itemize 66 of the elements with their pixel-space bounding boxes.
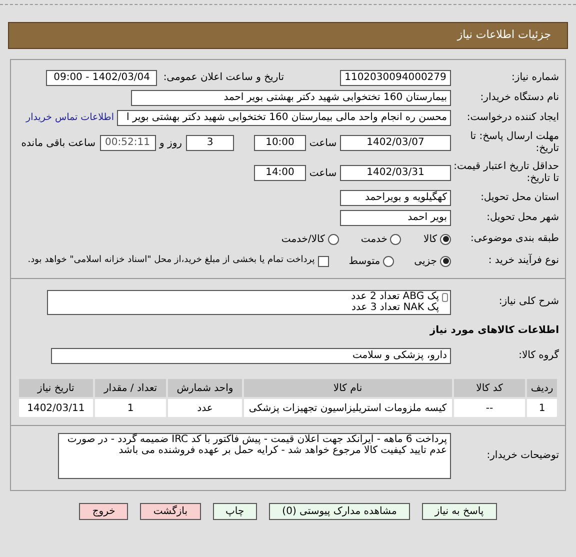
- text-field[interactable]: کهگیلویه و بویراحمد: [340, 190, 451, 206]
- table-cell: 1: [94, 399, 166, 417]
- field-label: مهلت ارسال پاسخ: تا تاریخ:: [469, 131, 559, 155]
- section-heading: اطلاعات کالاهای مورد نیاز: [430, 324, 559, 338]
- radio-button[interactable]: [390, 234, 402, 244]
- field-label: ساعت باقی مانده: [20, 136, 96, 150]
- countdown-field[interactable]: 00:52:11: [100, 135, 156, 151]
- description-line: پک NAK تعداد 3 عدد: [351, 302, 439, 312]
- notes-field[interactable]: پرداخت 6 ماهه - ایرانکد جهت اعلان قیمت - پیش فاکتور با کد IRC ضمیمه گردد - در صورت عدم تایید کیفیت کالا مرجوع خواهد شد - کرایه حمل بر عهده فروشنده می باشد: [58, 433, 451, 479]
- column-header: تاریخ نیاز: [19, 379, 93, 397]
- text-field[interactable]: محسن ره انجام واحد مالی بیمارستان 160 تختخوابی شهید دکتر بهشتی بویر ا: [117, 110, 451, 126]
- field-label: توضیحات خریدار:: [486, 450, 559, 462]
- table-cell: 1: [527, 399, 557, 417]
- field-label: شرح کلی نیاز:: [498, 296, 559, 308]
- action-button[interactable]: پاسخ به نیاز: [422, 503, 497, 520]
- description-line: پک ABG تعداد 2 عدد: [351, 290, 439, 302]
- action-button[interactable]: بازگشت: [140, 503, 200, 520]
- field-label: تاریخ و ساعت اعلان عمومی:: [162, 72, 285, 84]
- column-header: ردیف: [527, 379, 557, 397]
- field-label: نوع فرآیند خرید :: [487, 255, 559, 267]
- text-field[interactable]: 1102030094000279: [340, 70, 451, 86]
- field-label: طبقه بندی موضوعی:: [470, 233, 559, 245]
- text-field[interactable]: 1402/03/31: [340, 165, 451, 181]
- text-field[interactable]: 1402/03/07: [340, 135, 451, 151]
- radio-label: کالا/خدمت: [281, 232, 325, 246]
- field-label: شهر محل تحویل:: [486, 212, 559, 224]
- table-cell: 1402/03/11: [19, 399, 93, 417]
- column-header: تعداد / مقدار: [94, 379, 166, 397]
- text-field[interactable]: دارو، پزشکی و سلامت: [51, 348, 451, 364]
- field-label: شماره نیاز:: [510, 72, 559, 84]
- column-header: نام کالا: [244, 379, 452, 397]
- radio-label: کالا: [423, 232, 437, 246]
- table-cell: --: [454, 399, 526, 417]
- field-label: حداقل تاریخ اعتبار قیمت: تا تاریخ:: [452, 161, 559, 185]
- header-title: جزئیات اطلاعات نیاز: [457, 27, 551, 44]
- radio-label: جزیی: [414, 254, 437, 268]
- description-field[interactable]: پک ABG تعداد 2 عدد پک NAK تعداد 3 عدد: [47, 290, 451, 314]
- field-label: ایجاد کننده درخواست:: [466, 112, 559, 124]
- field-label: نام دستگاه خریدار:: [479, 92, 559, 104]
- radio-button[interactable]: [440, 256, 451, 266]
- radio-button[interactable]: [328, 234, 339, 244]
- field-label: گروه کالا:: [518, 350, 559, 362]
- field-label: ساعت: [308, 136, 338, 150]
- table-cell: کیسه ملزومات استریلیزاسیون تجهیزات پزشکی: [244, 399, 452, 417]
- radio-button[interactable]: [383, 256, 394, 266]
- field-label: ساعت: [308, 166, 338, 180]
- text-field[interactable]: 14:00: [254, 165, 306, 181]
- text-field[interactable]: 3: [186, 135, 234, 151]
- checkbox-label: پرداخت تمام یا بخشی از مبلغ خرید،از محل "اسناد خزانه اسلامی" خواهد بود.: [28, 254, 315, 268]
- text-field[interactable]: 1402/03/04 - 09:00: [46, 70, 158, 86]
- text-field[interactable]: 10:00: [254, 135, 306, 151]
- table-cell: عدد: [168, 399, 242, 417]
- field-label: روز و: [158, 136, 183, 150]
- text-field[interactable]: بویر احمد: [340, 210, 451, 226]
- checkbox[interactable]: [318, 256, 329, 266]
- column-header: کد کالا: [454, 379, 526, 397]
- radio-button[interactable]: [440, 234, 451, 244]
- column-header: واحد شمارش: [168, 379, 242, 397]
- field-label: استان محل تحویل:: [480, 192, 559, 204]
- action-button[interactable]: خروج: [79, 503, 128, 520]
- action-button[interactable]: مشاهده مدارک پیوستی (0): [269, 503, 410, 520]
- text-field[interactable]: بیمارستان 160 تختخوابی شهید دکتر بهشتی بویر احمد: [131, 90, 451, 106]
- action-button[interactable]: چاپ: [212, 503, 258, 520]
- contact-link[interactable]: اطلاعات تماس خریدار: [26, 110, 114, 126]
- radio-label: خدمت: [360, 232, 388, 246]
- radio-label: متوسط: [348, 254, 380, 268]
